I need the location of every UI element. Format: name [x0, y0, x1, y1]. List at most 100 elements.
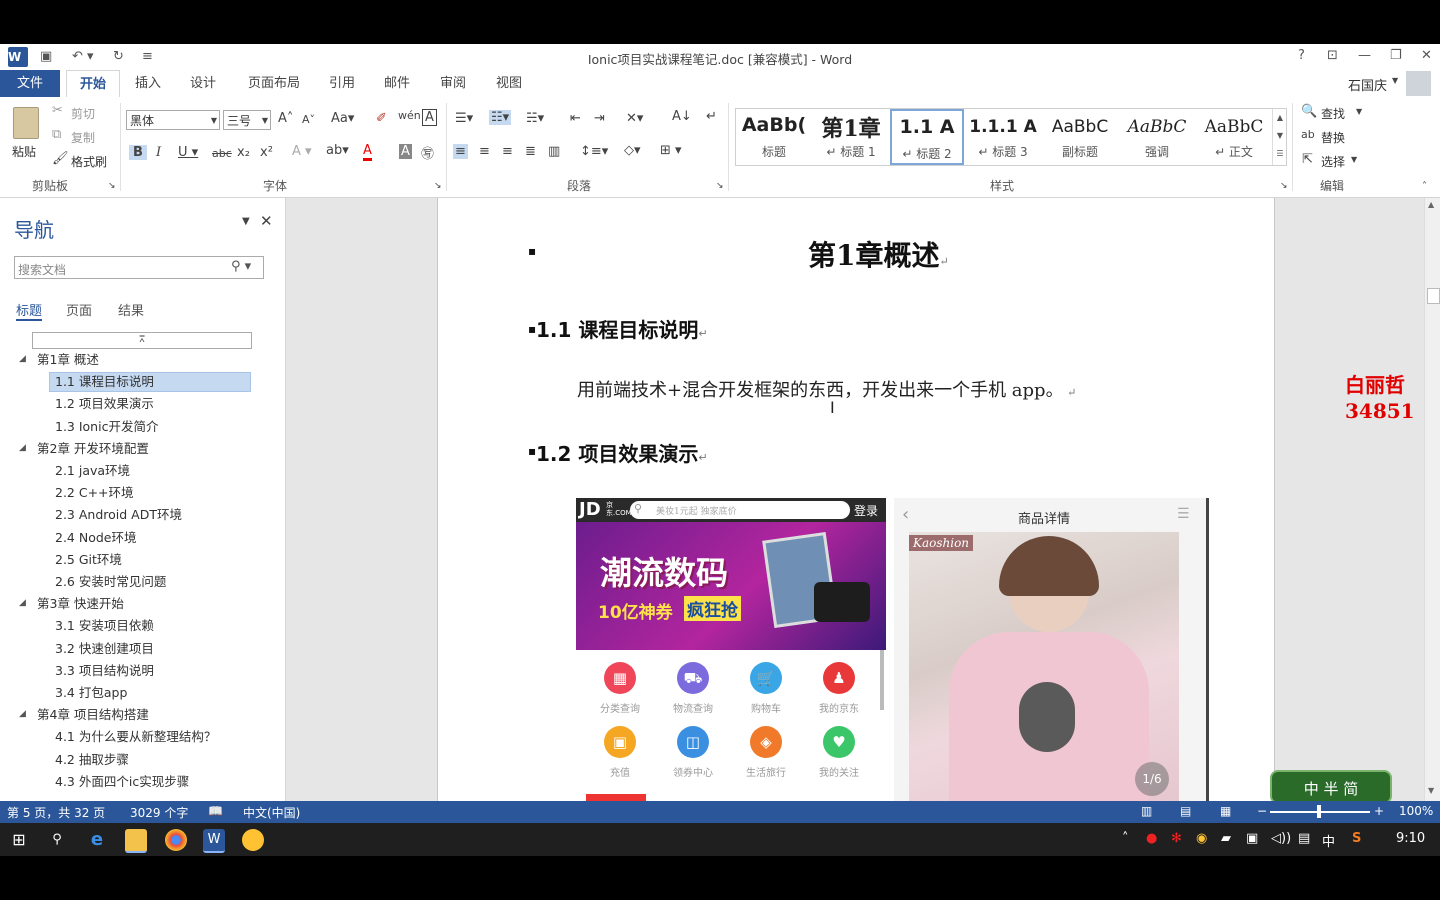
avatar[interactable]	[1406, 71, 1431, 96]
shrink-font-icon[interactable]: A˅	[302, 113, 315, 126]
font-name-combo[interactable]: 黑体 ▼	[126, 110, 220, 130]
tray-app-icon[interactable]: ✻	[1171, 831, 1182, 846]
collapse-arrow-icon[interactable]: ◢	[19, 354, 26, 364]
collapse-arrow-icon[interactable]: ◢	[19, 598, 26, 608]
paragraph-launcher-icon[interactable]: ↘	[716, 181, 724, 191]
gallery-scroll[interactable]: ▲ ▼ ☰	[1272, 109, 1287, 165]
change-case-icon[interactable]: Aa▾	[331, 111, 354, 126]
tab-mailings[interactable]: 邮件	[377, 70, 417, 97]
font-launcher-icon[interactable]: ↘	[434, 181, 442, 191]
tab-home[interactable]: 开始	[66, 70, 120, 99]
tab-headings[interactable]: 标题	[16, 300, 42, 319]
restore-button[interactable]: ❐	[1390, 48, 1402, 63]
phonetic-guide-icon[interactable]: wén	[398, 109, 421, 122]
tab-file[interactable]: 文件	[0, 70, 60, 97]
chapter-heading[interactable]: 第1章概述↵	[808, 234, 949, 274]
ime-indicator[interactable]: 中	[1322, 831, 1335, 850]
grow-font-icon[interactable]: A˄	[278, 111, 293, 126]
windows-start-icon[interactable]: ⊞	[8, 829, 30, 851]
collapse-ribbon-icon[interactable]: ˄	[1422, 181, 1427, 192]
minimize-button[interactable]: —	[1358, 48, 1371, 63]
vertical-scrollbar[interactable]: ▲ ▼	[1424, 198, 1440, 801]
style-heading3[interactable]: 1.1.1 A ↵ 标题 3	[965, 109, 1041, 165]
subscript-button[interactable]: x₂	[237, 145, 250, 160]
sogou-icon[interactable]: S	[1352, 831, 1361, 846]
nav-section-item[interactable]: 2.2 C++环境	[55, 483, 134, 503]
web-layout-icon[interactable]: ▦	[1220, 804, 1231, 818]
word-count[interactable]: 3029 个字	[130, 804, 188, 821]
body-paragraph[interactable]: 用前端技术+混合开发框架的东西，开发出来一个手机 app。 ↵	[577, 376, 1076, 402]
clock[interactable]: 9:10	[1396, 831, 1425, 846]
clear-formatting-icon[interactable]: ✐	[376, 111, 387, 126]
highlight-color-icon[interactable]: ab▾	[326, 143, 349, 158]
enclose-characters-icon[interactable]: ㊢	[421, 143, 434, 162]
paste-button[interactable]: 粘贴	[8, 103, 44, 167]
styles-launcher-icon[interactable]: ↘	[1280, 181, 1288, 191]
nav-section-item[interactable]: 2.5 Git环境	[55, 550, 122, 570]
nav-section-item[interactable]: 2.3 Android ADT环境	[55, 505, 182, 525]
app-taskbar-icon[interactable]	[242, 829, 264, 851]
nav-section-item[interactable]: 3.3 项目结构说明	[55, 661, 154, 681]
copy-button[interactable]: 复制	[71, 129, 95, 146]
nav-section-item[interactable]: 4.1 为什么要从新整理结构？	[55, 727, 216, 747]
ribbon-display-options-icon[interactable]: ⊡	[1327, 48, 1338, 63]
justify-icon[interactable]: ≣	[525, 144, 536, 159]
scroll-down-icon[interactable]: ▼	[1428, 786, 1434, 795]
tab-design[interactable]: 设计	[183, 70, 223, 97]
nav-chapter-item[interactable]: 第1章 概述	[37, 350, 99, 370]
style-normal[interactable]: AaBbC ↵ 正文	[1196, 109, 1272, 165]
format-painter-button[interactable]: 格式刷	[71, 153, 107, 170]
decrease-indent-icon[interactable]: ⇤	[570, 111, 581, 126]
italic-button[interactable]: I	[156, 145, 161, 160]
page-count[interactable]: 第 5 页，共 32 页	[7, 804, 105, 821]
chevron-down-icon[interactable]: ▼	[1392, 76, 1398, 85]
zoom-out-icon[interactable]: −	[1257, 804, 1267, 818]
nav-section-item[interactable]: 2.4 Node环境	[55, 528, 136, 548]
nav-options-icon[interactable]: ▼	[242, 216, 250, 227]
replace-button[interactable]: 替换	[1321, 129, 1345, 146]
style-emphasis[interactable]: AaBbC 强调	[1119, 109, 1195, 165]
distributed-icon[interactable]: ▥	[548, 144, 560, 159]
scroll-up-icon[interactable]: ▲	[1428, 200, 1434, 209]
document-page[interactable]: ▪ 第1章概述↵ ▪ 1.1 课程目标说明↵ 用前端技术+混合开发框架的东西，开…	[437, 198, 1275, 801]
nav-section-item[interactable]: 1.1 课程目标说明	[55, 372, 154, 392]
nav-close-icon[interactable]: ✕	[260, 212, 273, 230]
cut-button[interactable]: 剪切	[71, 105, 95, 122]
nav-section-item[interactable]: 2.6 安装时常见问题	[55, 572, 166, 592]
read-mode-icon[interactable]: ▥	[1141, 804, 1152, 818]
help-button[interactable]: ?	[1298, 48, 1305, 63]
tab-results[interactable]: 结果	[118, 300, 144, 319]
multilevel-list-icon[interactable]: ☵▾	[526, 111, 544, 126]
style-title[interactable]: AaBb(标题	[736, 109, 812, 165]
proofing-icon[interactable]: 📖	[208, 804, 223, 818]
character-shading-icon[interactable]: A	[399, 144, 412, 159]
superscript-button[interactable]: x²	[260, 145, 273, 160]
file-explorer-icon[interactable]	[125, 829, 147, 853]
ime-toolbar[interactable]: 中 半 简	[1270, 770, 1392, 804]
collapse-arrow-icon[interactable]: ◢	[19, 443, 26, 453]
tray-expand-icon[interactable]: ˄	[1122, 831, 1129, 846]
align-right-icon[interactable]: ≡	[502, 144, 513, 159]
nav-section-item[interactable]: 4.3 外面四个ic实现步骤	[55, 772, 189, 792]
nav-section-item[interactable]: 3.4 打包app	[55, 683, 127, 703]
style-subtitle[interactable]: AaBbC 副标题	[1042, 109, 1118, 165]
style-heading1[interactable]: 第1章 ↵ 标题 1	[813, 109, 889, 165]
search-icon[interactable]: ⚲ ▾	[231, 259, 251, 274]
sort-icon[interactable]: A↓	[672, 109, 692, 124]
print-layout-icon[interactable]: ▤	[1180, 804, 1191, 818]
edge-icon[interactable]: e	[86, 829, 108, 851]
word-taskbar-icon[interactable]: W	[203, 829, 225, 853]
align-left-icon[interactable]: ≡	[453, 144, 468, 159]
close-button[interactable]: ✕	[1421, 48, 1432, 63]
tab-review[interactable]: 审阅	[433, 70, 473, 97]
underline-button[interactable]: U ▾	[178, 145, 198, 160]
nav-section-item[interactable]: 1.3 Ionic开发简介	[55, 417, 158, 437]
chrome-icon[interactable]	[165, 829, 187, 851]
font-size-combo[interactable]: 三号 ▼	[223, 110, 271, 130]
text-effects-icon[interactable]: A ▾	[292, 144, 312, 159]
line-spacing-icon[interactable]: ↕≡▾	[580, 144, 608, 159]
notification-icon[interactable]: ▤	[1298, 831, 1310, 846]
user-name[interactable]: 石国庆	[1348, 75, 1387, 94]
section-heading-1-1[interactable]: 1.1 课程目标说明↵	[536, 314, 708, 343]
search-icon[interactable]: ⚲	[46, 829, 68, 851]
